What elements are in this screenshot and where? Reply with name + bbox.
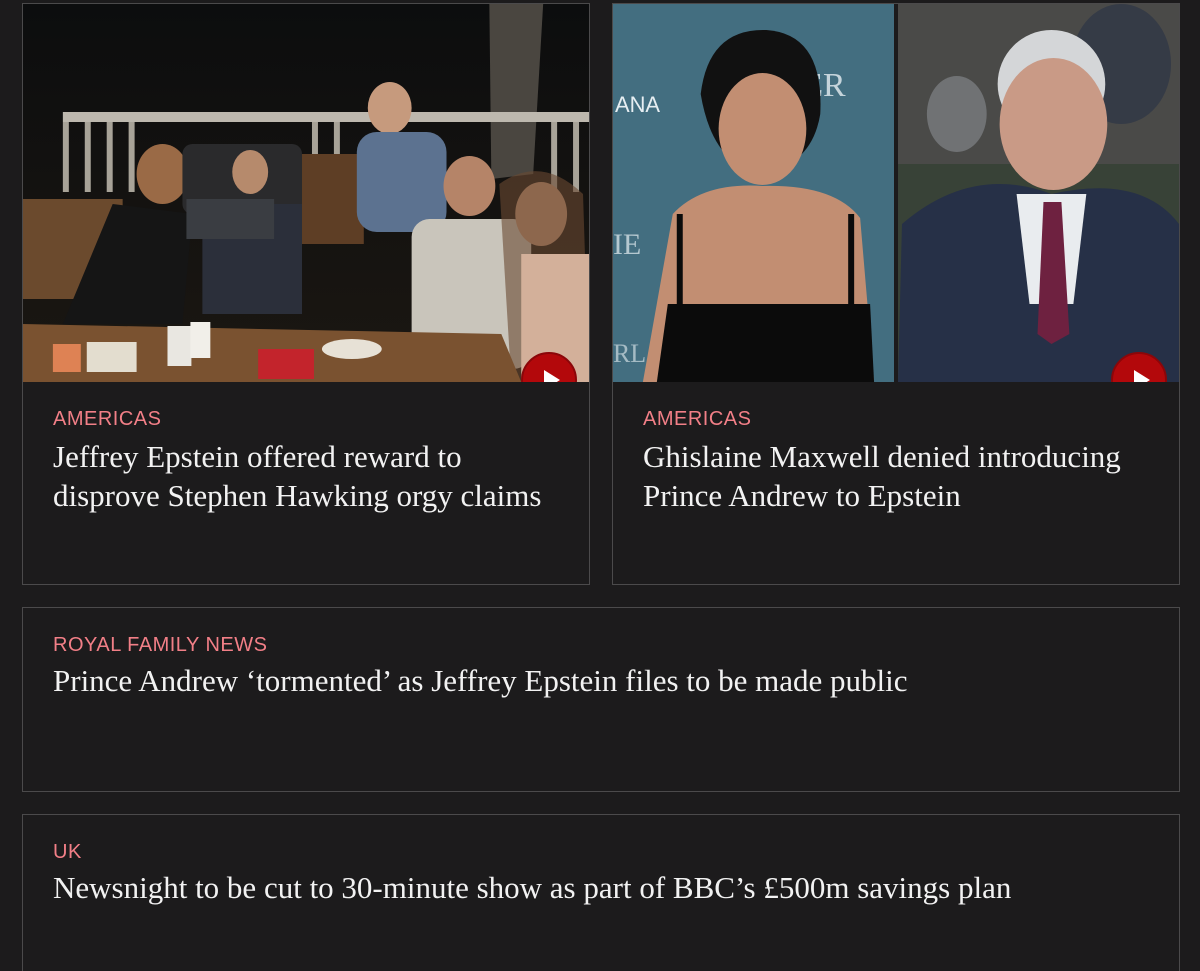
article-headline[interactable]: Jeffrey Epstein offered reward to dispro… — [53, 437, 553, 515]
article-thumbnail-group-photo[interactable] — [23, 4, 589, 382]
backdrop-text-ana: ANA — [615, 92, 660, 117]
article-card-prince-andrew[interactable]: ROYAL FAMILY NEWS Prince Andrew ‘torment… — [22, 607, 1180, 792]
article-thumbnail-split-portrait[interactable]: ANA ER IE RL — [613, 4, 1179, 382]
article-headline[interactable]: Prince Andrew ‘tormented’ as Jeffrey Eps… — [53, 661, 1153, 700]
article-category[interactable]: AMERICAS — [643, 408, 751, 431]
backdrop-text-ie: IE — [613, 228, 641, 261]
article-category[interactable]: ROYAL FAMILY NEWS — [53, 634, 267, 657]
play-triangle-icon — [1133, 370, 1150, 382]
article-category[interactable]: UK — [53, 841, 82, 864]
article-headline[interactable]: Newsnight to be cut to 30-minute show as… — [53, 868, 1153, 907]
article-card-newsnight[interactable]: UK Newsnight to be cut to 30-minute show… — [22, 814, 1180, 971]
split-portrait-image: ANA ER IE RL — [613, 4, 1179, 382]
backdrop-text-rl: RL — [613, 339, 646, 368]
article-card-hawking[interactable]: AMERICAS Jeffrey Epstein offered reward … — [22, 3, 590, 585]
play-triangle-icon — [543, 370, 560, 382]
article-headline[interactable]: Ghislaine Maxwell denied introducing Pri… — [643, 437, 1143, 515]
article-category[interactable]: AMERICAS — [53, 408, 161, 431]
group-photo-image — [23, 4, 589, 382]
article-card-maxwell[interactable]: ANA ER IE RL AMERICAS Ghislaine Maxwell … — [612, 3, 1180, 585]
